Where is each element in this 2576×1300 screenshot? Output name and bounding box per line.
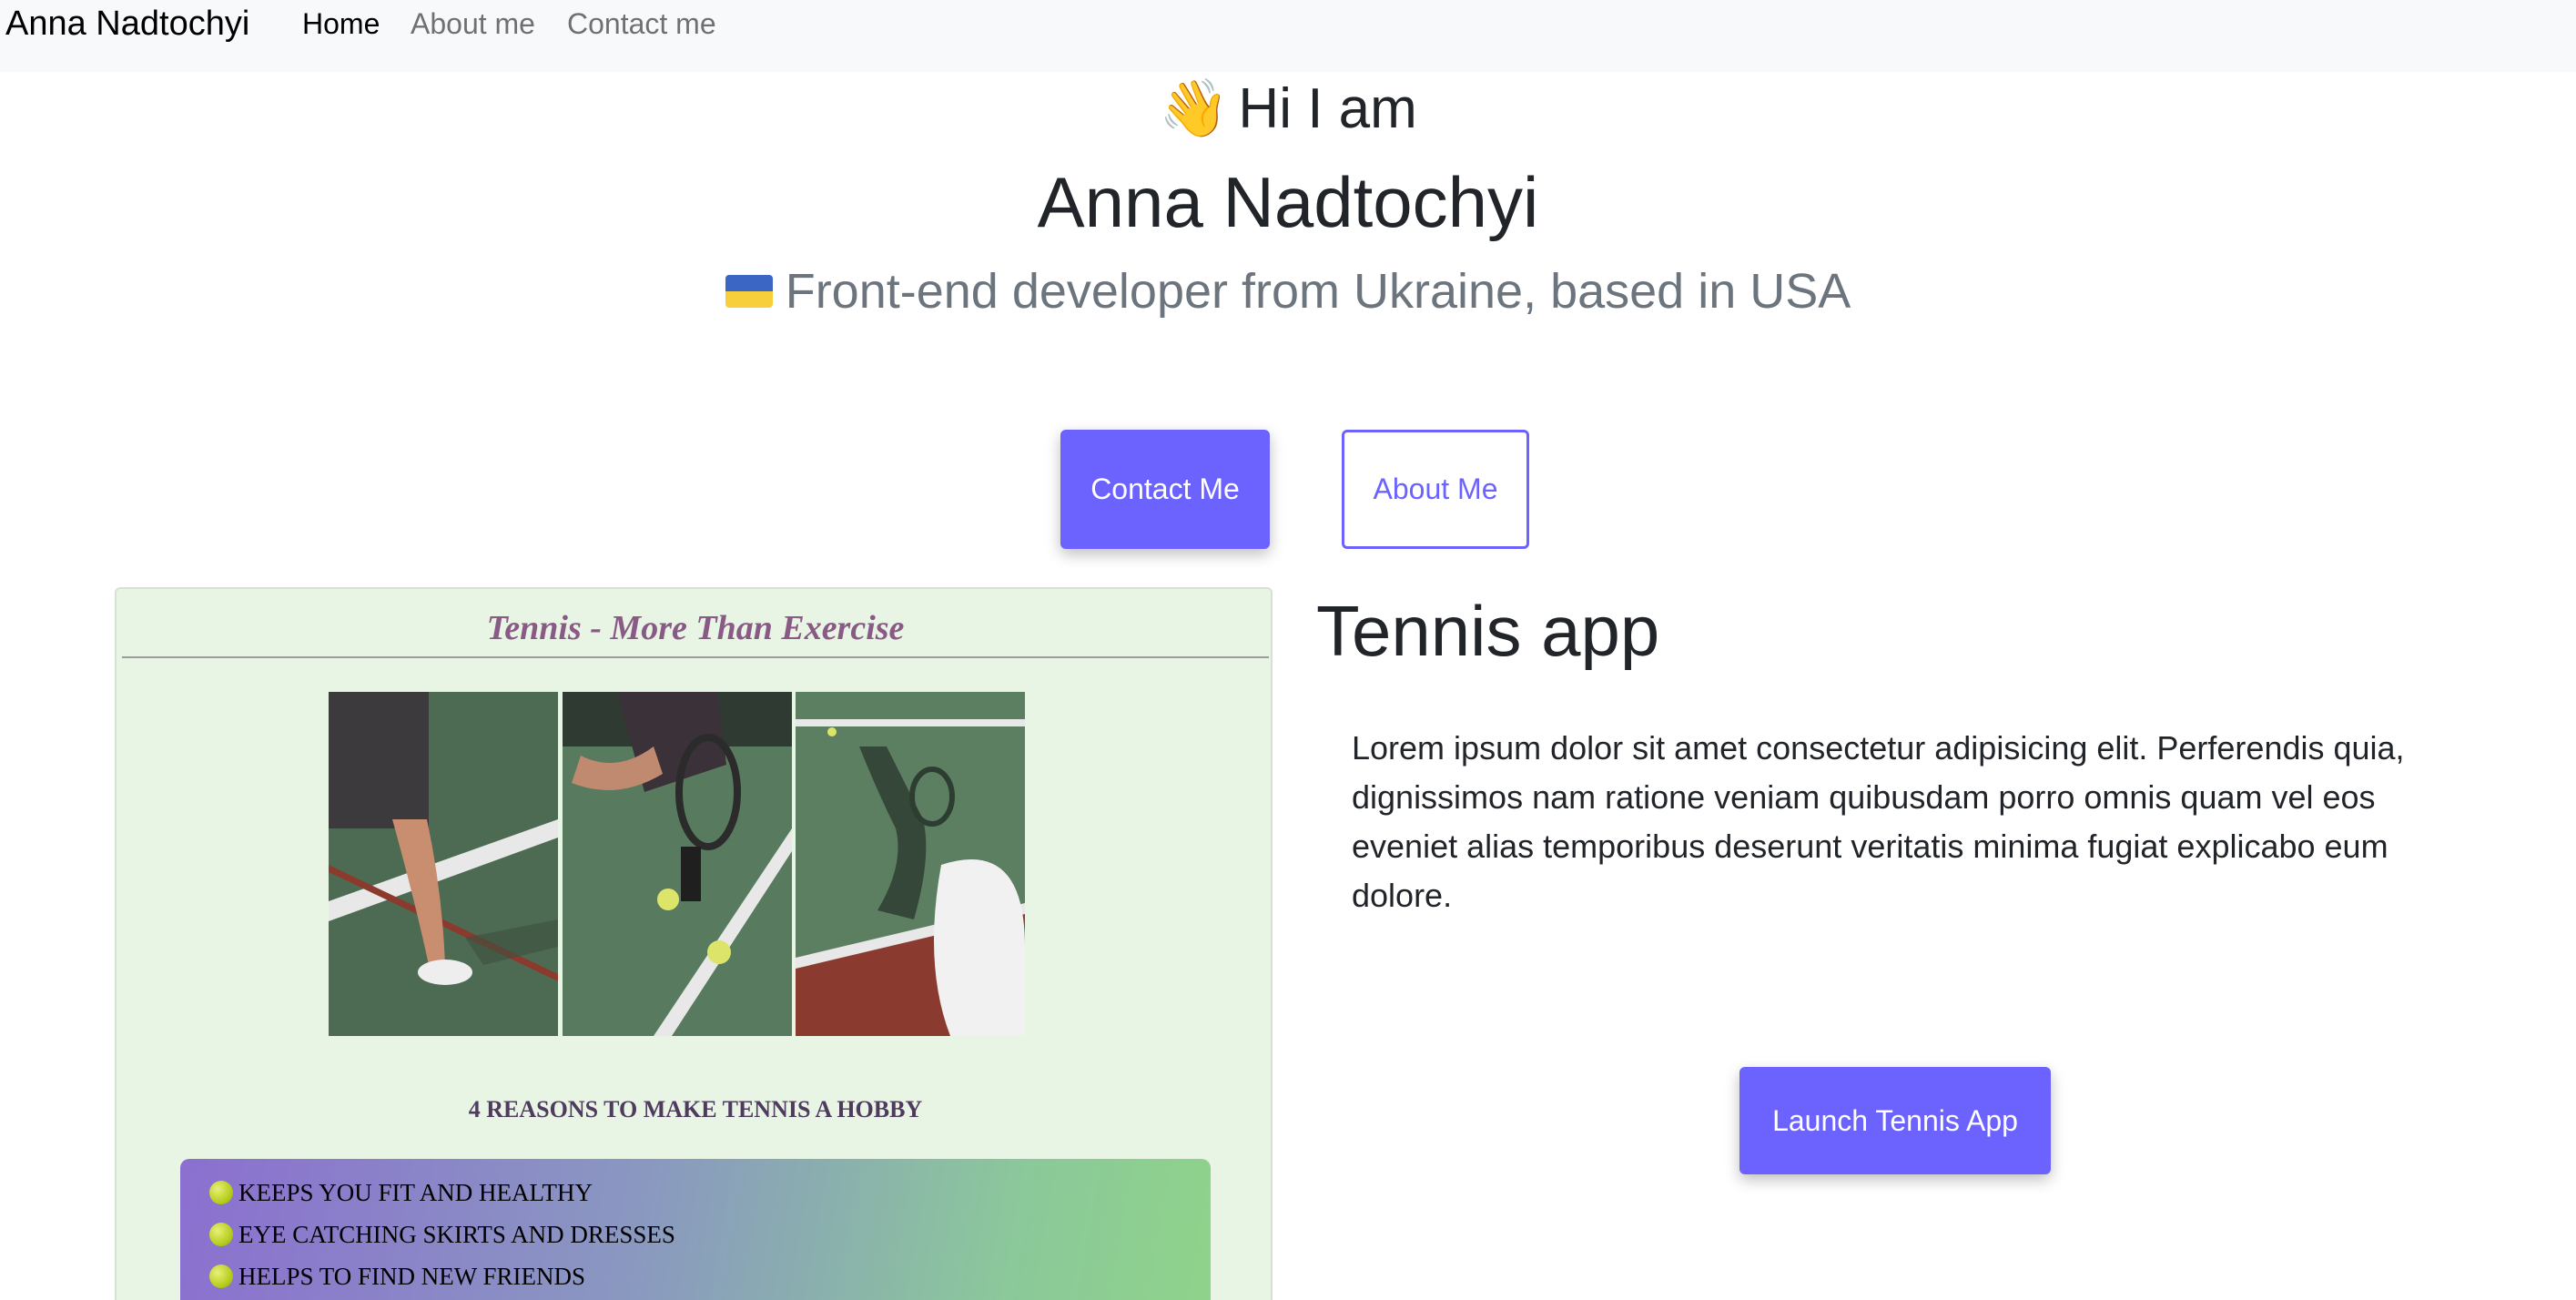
navbar: Anna Nadtochyi Home About me Contact me bbox=[0, 0, 2576, 72]
tennis-card-title: Tennis - More Than Exercise bbox=[122, 598, 1269, 658]
project-title: Tennis app bbox=[1316, 591, 1660, 671]
tennis-app-preview: Tennis - More Than Exercise 4 REASONS TO… bbox=[115, 587, 1273, 1300]
tennis-photo-player-legs bbox=[329, 692, 558, 1036]
tennis-ball-icon bbox=[209, 1222, 233, 1246]
nav-link-home[interactable]: Home bbox=[302, 0, 380, 47]
hero-subtitle: Front-end developer from Ukraine, based … bbox=[0, 259, 2576, 324]
launch-tennis-app-button[interactable]: Launch Tennis App bbox=[1739, 1067, 2051, 1174]
ukraine-flag-icon bbox=[725, 274, 773, 308]
greeting-text: Hi I am bbox=[1238, 77, 1417, 140]
reasons-heading: 4 REASONS TO MAKE TENNIS A HOBBY bbox=[468, 1096, 923, 1122]
reasons-list: KEEPS YOU FIT AND HEALTHY EYE CATCHING S… bbox=[180, 1159, 1211, 1300]
hero-name: Anna Nadtochyi bbox=[1037, 162, 1539, 242]
contact-me-button[interactable]: Contact Me bbox=[1060, 430, 1270, 549]
tennis-ball-icon bbox=[209, 1180, 233, 1204]
tennis-photo-shadow-court bbox=[796, 692, 1025, 1036]
tennis-ball-icon bbox=[209, 1264, 233, 1288]
hero-greeting: 👋 Hi I am bbox=[0, 73, 2576, 146]
nav-link-about[interactable]: About me bbox=[411, 0, 535, 47]
nav-link-contact[interactable]: Contact me bbox=[567, 0, 716, 47]
reason-item: HELPS TO FIND NEW FRIENDS bbox=[209, 1255, 585, 1297]
tennis-photo-racket-balls bbox=[563, 692, 792, 1036]
waving-hand-icon: 👋 bbox=[1159, 77, 1230, 140]
project-description: Lorem ipsum dolor sit amet consectetur a… bbox=[1352, 729, 2405, 914]
about-me-button[interactable]: About Me bbox=[1342, 430, 1529, 549]
subtitle-text: Front-end developer from Ukraine, based … bbox=[785, 264, 1851, 319]
reason-item: EYE CATCHING SKIRTS AND DRESSES bbox=[209, 1214, 675, 1255]
navbar-brand[interactable]: Anna Nadtochyi bbox=[5, 0, 249, 47]
reason-item: KEEPS YOU FIT AND HEALTHY bbox=[209, 1172, 593, 1214]
